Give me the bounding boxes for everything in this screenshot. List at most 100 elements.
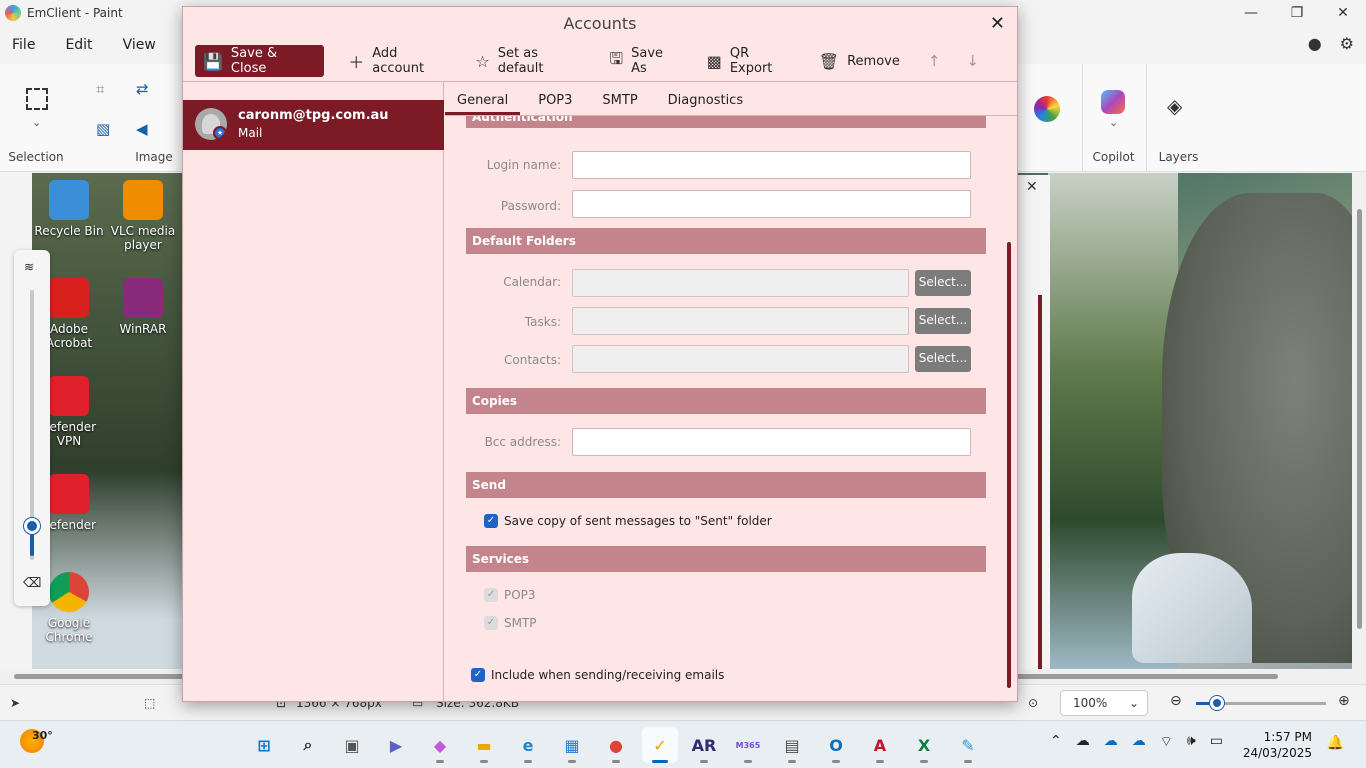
close-window-icon[interactable]: ✕ bbox=[1320, 0, 1366, 26]
tasks-folder-field bbox=[572, 307, 909, 335]
rotate-icon[interactable]: ◀ bbox=[136, 120, 148, 138]
cloud-icon[interactable]: ☁ bbox=[1076, 733, 1090, 751]
taskbar-app-store[interactable]: ▦ bbox=[554, 727, 590, 763]
menu-edit[interactable]: Edit bbox=[65, 37, 92, 53]
taskbar-app-start[interactable]: ⊞ bbox=[246, 727, 282, 763]
taskbar-app-edge[interactable]: e bbox=[510, 727, 546, 763]
taskbar-app-m365[interactable]: M365 bbox=[730, 727, 766, 763]
qr-export-button[interactable]: ▩ QR Export bbox=[707, 45, 791, 77]
taskbar-app-paint[interactable]: ✎ bbox=[950, 727, 986, 763]
taskbar-app-emclient[interactable]: ✓ bbox=[642, 727, 678, 763]
scroll-thumb[interactable] bbox=[1357, 209, 1362, 629]
taskbar-app-chrome[interactable]: ● bbox=[598, 727, 634, 763]
desktop-icon-recycle-bin[interactable]: Recycle Bin bbox=[32, 180, 106, 238]
wifi-icon[interactable]: ⌔ bbox=[1160, 733, 1173, 751]
acrobat-icon: A bbox=[873, 735, 887, 755]
task-view-icon: ▣ bbox=[344, 735, 360, 755]
slider-knob[interactable] bbox=[24, 518, 40, 534]
taskbar-app-copilot[interactable]: ◆ bbox=[422, 727, 458, 763]
menu-view[interactable]: View bbox=[123, 37, 156, 53]
account-icon[interactable]: ● bbox=[1308, 34, 1322, 53]
zoom-level-select[interactable]: 100% ⌄ bbox=[1060, 690, 1148, 716]
menu-file[interactable]: File bbox=[12, 37, 35, 53]
crop-icon[interactable]: ⌗ bbox=[96, 80, 104, 98]
store-icon: ▦ bbox=[564, 735, 580, 755]
chevron-down-icon[interactable]: ⌄ bbox=[32, 116, 41, 129]
minimize-icon[interactable]: — bbox=[1228, 0, 1274, 26]
taskbar-app-calculator[interactable]: ▤ bbox=[774, 727, 810, 763]
move-down-icon[interactable]: ↓ bbox=[966, 52, 979, 70]
running-indicator bbox=[436, 760, 444, 763]
password-field[interactable] bbox=[572, 190, 971, 218]
bcc-address-field[interactable] bbox=[572, 428, 971, 456]
calendar-select-button[interactable]: Select... bbox=[915, 270, 971, 296]
eraser-icon[interactable]: ⌫ bbox=[23, 576, 41, 591]
zoom-slider[interactable] bbox=[1196, 696, 1326, 710]
running-indicator bbox=[524, 760, 532, 763]
select-all-icon[interactable]: ▧ bbox=[96, 120, 110, 138]
edit-colors-icon[interactable] bbox=[1034, 96, 1060, 122]
add-account-button[interactable]: ＋ Add account bbox=[348, 45, 447, 77]
onedrive-icon[interactable]: ☁ bbox=[1104, 733, 1118, 751]
set-default-button[interactable]: ☆ Set as default bbox=[475, 45, 581, 77]
onedrive-business-icon[interactable]: ☁ bbox=[1132, 733, 1146, 751]
battery-icon[interactable]: ▭ bbox=[1210, 733, 1223, 751]
taskbar-app-task-view[interactable]: ▣ bbox=[334, 727, 370, 763]
contacts-select-button[interactable]: Select... bbox=[915, 346, 971, 372]
running-indicator bbox=[700, 760, 708, 763]
ribbon-label-selection: Selection bbox=[8, 150, 64, 164]
running-indicator bbox=[920, 760, 928, 763]
rectangle-select-icon[interactable] bbox=[26, 88, 48, 110]
include-sync-checkbox-row[interactable]: ✓ Include when sending/receiving emails bbox=[471, 668, 724, 682]
remove-button[interactable]: 🗑 Remove bbox=[819, 45, 900, 77]
save-close-button[interactable]: 💾 Save & Close bbox=[195, 45, 325, 77]
chevron-up-icon[interactable]: ⌃ bbox=[1050, 733, 1062, 751]
save-sent-checkbox-row[interactable]: ✓ Save copy of sent messages to "Sent" f… bbox=[484, 514, 772, 528]
taskbar-app-file-explorer[interactable]: ▬ bbox=[466, 727, 502, 763]
smtp-checkbox: ✓ bbox=[484, 616, 498, 630]
layers-icon[interactable]: ◈ bbox=[1167, 94, 1182, 118]
include-sync-checkbox[interactable]: ✓ bbox=[471, 668, 485, 682]
zoom-in-icon[interactable]: ⊕ bbox=[1338, 693, 1350, 709]
weather-widget[interactable]: 30° bbox=[20, 729, 53, 753]
move-up-icon[interactable]: ↑ bbox=[928, 52, 941, 70]
section-send: Send bbox=[466, 472, 986, 498]
notification-bell-icon[interactable]: 🔔 bbox=[1327, 735, 1344, 751]
vertical-scrollbar[interactable] bbox=[1352, 173, 1366, 670]
taskbar-app-ar[interactable]: AR bbox=[686, 727, 722, 763]
resize-icon[interactable]: ⇄ bbox=[136, 80, 149, 98]
tasks-select-button[interactable]: Select... bbox=[915, 308, 971, 334]
taskbar-app-excel[interactable]: X bbox=[906, 727, 942, 763]
chevron-down-icon[interactable]: ⌄ bbox=[1109, 116, 1118, 129]
volume-icon[interactable]: 🕪 bbox=[1187, 733, 1196, 751]
settings-gear-icon[interactable]: ⚙ bbox=[1340, 34, 1354, 53]
taskbar-app-outlook[interactable]: O bbox=[818, 727, 854, 763]
pop3-label: POP3 bbox=[504, 588, 536, 602]
account-item[interactable]: ★ caronm@tpg.com.au Mail bbox=[183, 100, 444, 150]
tab-general[interactable]: General bbox=[445, 87, 521, 115]
desktop-icon-winrar[interactable]: WinRAR bbox=[106, 278, 180, 336]
taskbar-app-search[interactable]: ⌕ bbox=[290, 727, 326, 763]
teams-icon: ▶ bbox=[389, 735, 403, 755]
taskbar-app-teams[interactable]: ▶ bbox=[378, 727, 414, 763]
zoom-slider-knob[interactable] bbox=[1210, 696, 1224, 710]
save-sent-checkbox[interactable]: ✓ bbox=[484, 514, 498, 528]
taskbar-clock[interactable]: 1:57 PM 24/03/2025 bbox=[1243, 729, 1312, 761]
tab-pop3[interactable]: POP3 bbox=[526, 87, 584, 115]
maximize-icon[interactable]: ❐ bbox=[1274, 0, 1320, 26]
desktop-icon-vlc[interactable]: VLC media player bbox=[106, 180, 180, 252]
dialog-close-icon[interactable]: ✕ bbox=[990, 13, 1005, 34]
desktop-icon-label: Google Chrome bbox=[45, 616, 93, 644]
fit-to-window-icon[interactable]: ⊙ bbox=[1028, 696, 1038, 710]
close-panel-icon[interactable]: ✕ bbox=[1026, 179, 1038, 195]
zoom-out-icon[interactable]: ⊖ bbox=[1170, 693, 1182, 709]
tab-smtp[interactable]: SMTP bbox=[590, 87, 649, 115]
taskbar-app-acrobat[interactable]: A bbox=[862, 727, 898, 763]
save-as-button[interactable]: 🖫 Save As bbox=[610, 45, 679, 77]
brush-size-slider[interactable]: ≋ ⌫ bbox=[14, 250, 50, 606]
copilot-icon[interactable] bbox=[1101, 90, 1125, 114]
login-name-field[interactable] bbox=[572, 151, 971, 179]
content-scrollbar[interactable] bbox=[1007, 242, 1011, 688]
tab-diagnostics[interactable]: Diagnostics bbox=[656, 87, 755, 115]
account-tabs: General POP3 SMTP Diagnostics bbox=[445, 87, 1017, 115]
